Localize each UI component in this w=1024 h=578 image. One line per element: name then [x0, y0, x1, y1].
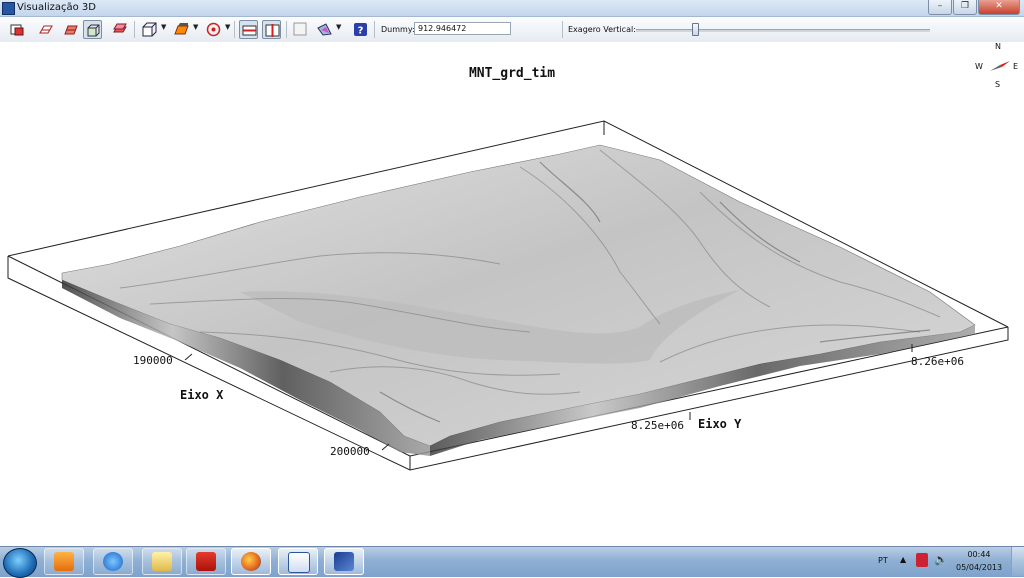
- rotate-icon: [206, 22, 221, 37]
- wireframe-icon: [39, 25, 53, 34]
- compass-north-label: N: [995, 42, 1001, 51]
- minimize-button[interactable]: –: [928, 0, 952, 15]
- firefox-taskbar-button[interactable]: [231, 548, 271, 575]
- palette-icon: [317, 23, 332, 36]
- 3d-viewer-icon: [334, 552, 354, 571]
- wireframe-view-button[interactable]: [36, 20, 55, 39]
- help-icon: ?: [354, 23, 367, 37]
- y-tick-label: 8.25e+06: [631, 419, 684, 432]
- vertical-section-icon: [265, 24, 280, 37]
- show-hidden-icons-icon[interactable]: ▲: [900, 555, 906, 564]
- clock-date[interactable]: 05/04/2013: [956, 563, 1002, 572]
- compass-west-label: W: [975, 62, 983, 71]
- cube-icon: [142, 22, 157, 37]
- pdf-icon: [196, 552, 216, 571]
- x-axis-title: Eixo X: [180, 388, 224, 402]
- blank-square-icon: [293, 22, 307, 36]
- color-scale-dropdown-icon[interactable]: ▼: [193, 23, 198, 31]
- export-button[interactable]: [8, 20, 27, 39]
- y-axis-title: Eixo Y: [698, 417, 742, 431]
- vertical-exaggeration-slider-track[interactable]: [636, 29, 930, 32]
- layers-icon: [113, 23, 127, 33]
- compass-east-label: E: [1013, 62, 1019, 71]
- surface-icon: [64, 25, 78, 35]
- color-scale-icon: [174, 23, 189, 35]
- dummy-value-field[interactable]: 912.946472: [414, 22, 511, 35]
- terrain-scene: [7, 120, 1009, 471]
- help-button[interactable]: ?: [351, 20, 370, 39]
- compass-needle-icon: [990, 61, 1010, 71]
- cube-view-dropdown-icon[interactable]: ▼: [161, 23, 166, 31]
- vertical-exaggeration-label: Exagero Vertical:: [568, 25, 636, 34]
- blank-checkbox-button[interactable]: [291, 20, 310, 39]
- adobe-reader-taskbar-button[interactable]: [186, 548, 226, 575]
- show-desktop-button[interactable]: [1011, 547, 1024, 576]
- taskbar: PT ▲ 🔈 00:44 05/04/2013: [0, 546, 1024, 578]
- 3d-viewer-taskbar-button[interactable]: [324, 548, 364, 575]
- app-icon: [2, 2, 15, 15]
- start-orb-icon[interactable]: [3, 548, 37, 578]
- compass-south-label: S: [995, 80, 1001, 89]
- rotate-dropdown-icon[interactable]: ▼: [225, 23, 230, 31]
- horizontal-section-button[interactable]: [239, 20, 258, 39]
- y-tick-label: 8.26e+06: [911, 355, 964, 368]
- x-tick-label: 200000: [330, 445, 370, 458]
- internet-explorer-taskbar-button[interactable]: [93, 548, 133, 575]
- internet-explorer-icon: [103, 552, 123, 571]
- rotate-button[interactable]: [204, 20, 223, 39]
- export-icon: [10, 24, 24, 36]
- firefox-icon: [241, 552, 261, 571]
- color-scale-button[interactable]: [172, 20, 191, 39]
- media-player-taskbar-button[interactable]: [44, 548, 84, 575]
- x-tick-label: 190000: [133, 354, 173, 367]
- volume-icon[interactable]: 🔈: [934, 553, 948, 566]
- media-player-icon: [54, 552, 74, 571]
- palette-dropdown-icon[interactable]: ▼: [336, 23, 341, 31]
- 3d-viewport[interactable]: MNT_grd_tim 190000 200000 Eixo X 8.25e+0…: [0, 42, 1024, 546]
- svg-text:?: ?: [358, 26, 364, 37]
- folder-icon: [152, 552, 172, 571]
- window-title: Visualização 3D: [17, 2, 96, 13]
- cube-view-button[interactable]: [140, 20, 159, 39]
- compass-rose: N W E S: [970, 42, 1024, 94]
- surface-view-button[interactable]: [61, 20, 80, 39]
- word-icon: [288, 552, 310, 573]
- box-view-button[interactable]: [83, 20, 102, 39]
- word-taskbar-button[interactable]: [278, 548, 318, 575]
- window-title-bar: Visualização 3D – ❐ ✕: [0, 0, 1024, 17]
- restore-button[interactable]: ❐: [953, 0, 977, 15]
- vertical-exaggeration-slider-thumb[interactable]: [691, 23, 699, 36]
- palette-button[interactable]: [315, 20, 334, 39]
- dummy-label: Dummy:: [381, 25, 415, 34]
- layers-button[interactable]: [110, 20, 129, 39]
- box-icon: [87, 24, 100, 37]
- clock-time[interactable]: 00:44: [956, 550, 1002, 559]
- close-button[interactable]: ✕: [978, 0, 1020, 15]
- vertical-section-button[interactable]: [262, 20, 281, 39]
- horizontal-section-icon: [242, 25, 257, 36]
- file-explorer-taskbar-button[interactable]: [142, 548, 182, 575]
- tray-app-icon[interactable]: [916, 553, 928, 567]
- language-indicator[interactable]: PT: [878, 556, 888, 565]
